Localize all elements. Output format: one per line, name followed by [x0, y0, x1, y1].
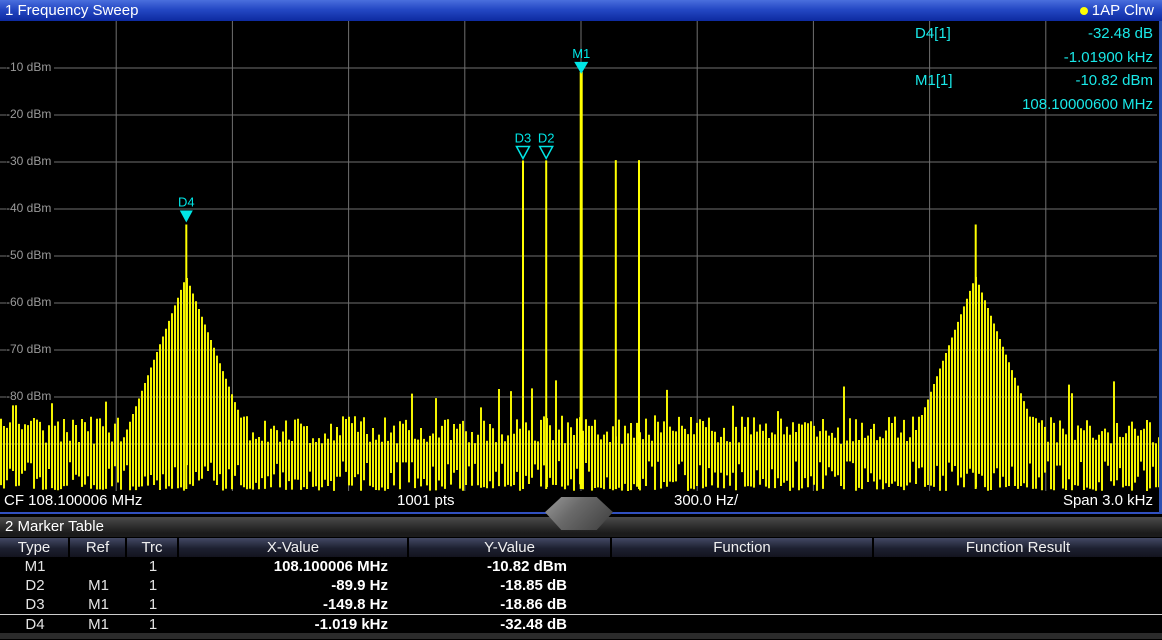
cell-function-result — [874, 557, 1162, 576]
marker-triangle-icon[interactable] — [180, 211, 193, 223]
y-axis-label: -50 dBm — [6, 249, 54, 262]
marker-readout-row: D4[1] -32.48 dB — [893, 22, 1153, 46]
cell-x-value: 108.100006 MHz — [179, 557, 409, 576]
column-header-trc[interactable]: Trc — [127, 538, 179, 557]
y-axis-label: -10 dBm — [6, 61, 54, 74]
y-axis-label: -20 dBm — [6, 108, 54, 121]
marker-readout-label — [893, 46, 915, 70]
cell-trc: 1 — [127, 615, 179, 633]
cell-trc: 1 — [127, 557, 179, 576]
marker-table-header: Type Ref Trc X-Value Y-Value Function Fu… — [0, 538, 1162, 557]
cell-ref: M1 — [70, 595, 127, 614]
spectrum-analyzer-screen: 1 Frequency Sweep 1AP Clrw M1D2D3D4 -10 … — [0, 0, 1162, 640]
marker-readout-label[interactable]: D4[1] — [893, 22, 951, 46]
marker-triangle-icon[interactable] — [540, 146, 553, 158]
marker-readout-row: 108.10000600 MHz — [893, 93, 1153, 117]
marker-readout-row: -1.01900 kHz — [893, 46, 1153, 70]
cell-ref: M1 — [70, 615, 127, 633]
graph-window-title: 1 Frequency Sweep — [0, 0, 138, 21]
cell-ref — [70, 557, 127, 576]
marker-D3[interactable]: D3 — [515, 130, 532, 158]
hz-per-div-field[interactable]: 300.0 Hz/ — [674, 491, 738, 511]
cell-trc: 1 — [127, 595, 179, 614]
column-header-function-result[interactable]: Function Result — [874, 538, 1162, 557]
trace-legend[interactable]: 1AP Clrw — [1080, 0, 1162, 21]
spectrum-plot-area[interactable]: M1 D2 D3 D4 -10 dBm -20 dBm -30 dBm -40 dBm… — [0, 21, 1162, 492]
marker-table-title: 2 Marker Table — [5, 518, 104, 535]
trace1-color-dot-icon — [1080, 7, 1088, 15]
column-header-ref[interactable]: Ref — [70, 538, 127, 557]
column-header-function[interactable]: Function — [612, 538, 874, 557]
cell-function — [612, 595, 874, 614]
cell-y-value: -18.85 dB — [409, 576, 612, 595]
cell-type: D3 — [0, 595, 70, 614]
table-row-d2[interactable]: D2 M1 1 -89.9 Hz -18.85 dB — [0, 576, 1162, 595]
center-frequency-field[interactable]: CF 108.100006 MHz — [4, 491, 142, 511]
trace-legend-label: 1AP Clrw — [1092, 0, 1154, 21]
y-axis-label: -60 dBm — [6, 296, 54, 309]
cell-function — [612, 557, 874, 576]
marker-label: D3 — [515, 130, 532, 145]
marker-label: D2 — [538, 130, 555, 145]
y-axis-label: -40 dBm — [6, 202, 54, 215]
column-header-type[interactable]: Type — [0, 538, 70, 557]
cell-function — [612, 576, 874, 595]
cell-function-result — [874, 576, 1162, 595]
marker-readout-value: 108.10000600 MHz — [1022, 93, 1153, 117]
cell-ref: M1 — [70, 576, 127, 595]
span-field[interactable]: Span 3.0 kHz — [1063, 491, 1153, 511]
marker-readout-label — [893, 93, 915, 117]
marker-readout-label[interactable]: M1[1] — [893, 69, 953, 93]
marker-readout-value: -32.48 dB — [1088, 22, 1153, 46]
table-row-d3[interactable]: D3 M1 1 -149.8 Hz -18.86 dB — [0, 595, 1162, 614]
cell-y-value: -10.82 dBm — [409, 557, 612, 576]
column-header-x-value[interactable]: X-Value — [179, 538, 409, 557]
y-axis-label: -80 dBm — [6, 390, 54, 403]
table-row-d4[interactable]: D4 M1 1 -1.019 kHz -32.48 dB — [0, 614, 1162, 633]
cell-x-value: -1.019 kHz — [179, 615, 409, 633]
cell-y-value: -18.86 dB — [409, 595, 612, 614]
cell-type: M1 — [0, 557, 70, 576]
cell-y-value: -32.48 dB — [409, 615, 612, 633]
marker-label: D4 — [178, 195, 195, 210]
cell-function-result — [874, 615, 1162, 633]
cell-function-result — [874, 595, 1162, 614]
marker-D4[interactable]: D4 — [178, 195, 195, 223]
table-bottom-strip — [0, 633, 1162, 639]
table-row-m1[interactable]: M1 1 108.100006 MHz -10.82 dBm — [0, 557, 1162, 576]
cell-type: D4 — [0, 615, 70, 633]
cell-type: D2 — [0, 576, 70, 595]
marker-readout-row: M1[1] -10.82 dBm — [893, 69, 1153, 93]
marker-label: M1 — [572, 46, 590, 61]
marker-triangle-icon[interactable] — [516, 146, 529, 158]
sweep-points-field[interactable]: 1001 pts — [397, 491, 455, 511]
marker-table-window: 2 Marker Table Type Ref Trc X-Value Y-Va… — [0, 517, 1162, 640]
y-axis-label: -70 dBm — [6, 343, 54, 356]
marker-readout-box: D4[1] -32.48 dB -1.01900 kHz M1[1] -10.8… — [893, 22, 1153, 116]
column-header-y-value[interactable]: Y-Value — [409, 538, 612, 557]
cell-function — [612, 615, 874, 633]
frequency-sweep-window: 1 Frequency Sweep 1AP Clrw M1 D2 D3 D4 -10 … — [0, 0, 1162, 514]
marker-readout-value: -10.82 dBm — [1075, 69, 1153, 93]
marker-D2[interactable]: D2 — [538, 130, 555, 158]
cell-x-value: -89.9 Hz — [179, 576, 409, 595]
y-axis-label: -30 dBm — [6, 155, 54, 168]
marker-M1[interactable]: M1 — [572, 46, 590, 74]
cell-x-value: -149.8 Hz — [179, 595, 409, 614]
cell-trc: 1 — [127, 576, 179, 595]
graph-window-titlebar[interactable]: 1 Frequency Sweep 1AP Clrw — [0, 0, 1162, 21]
marker-readout-value: -1.01900 kHz — [1064, 46, 1153, 70]
